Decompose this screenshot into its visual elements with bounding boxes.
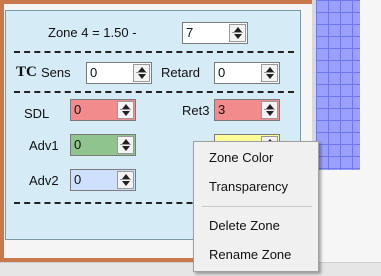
menu-separator xyxy=(202,206,312,207)
sens-spinbox[interactable]: 0 xyxy=(86,62,152,84)
up-down-arrow-icon[interactable] xyxy=(117,136,134,154)
retard-label: Retard xyxy=(161,65,201,80)
adv1-value[interactable]: 0 xyxy=(74,137,81,153)
divider xyxy=(14,51,294,53)
adv1-label: Adv1 xyxy=(29,138,59,153)
sdl-spinbox[interactable]: 0 xyxy=(70,99,136,121)
menu-item-transparency[interactable]: Transparency xyxy=(195,175,317,199)
ret3-label: Ret3 xyxy=(182,103,210,118)
divider xyxy=(14,91,294,93)
retard-value[interactable]: 0 xyxy=(218,65,225,81)
tc-label: TC xyxy=(16,64,37,80)
up-down-arrow-icon[interactable] xyxy=(117,171,134,189)
sdl-label: SDL xyxy=(24,106,50,121)
retard-spinbox[interactable]: 0 xyxy=(214,62,280,84)
zone-spinbox[interactable]: 7 xyxy=(182,22,248,44)
up-down-arrow-icon[interactable] xyxy=(261,101,278,119)
zone-label: Zone 4 = 1.50 - xyxy=(48,25,137,40)
menu-item-rename-zone[interactable]: Rename Zone xyxy=(195,243,317,267)
adv2-value[interactable]: 0 xyxy=(74,172,81,188)
up-down-arrow-icon[interactable] xyxy=(117,101,134,119)
ret3-value[interactable]: 3 xyxy=(218,102,225,118)
menu-item-zone-color[interactable]: Zone Color xyxy=(195,146,317,170)
grid-view[interactable] xyxy=(316,0,360,170)
zone-value[interactable]: 7 xyxy=(186,25,193,41)
adv1-spinbox[interactable]: 0 xyxy=(70,134,136,156)
menu-item-delete-zone[interactable]: Delete Zone xyxy=(195,214,317,238)
up-down-arrow-icon[interactable] xyxy=(229,24,246,42)
bottom-bar xyxy=(0,262,381,276)
context-menu: Zone Color Transparency Delete Zone Rena… xyxy=(193,141,319,272)
adv2-spinbox[interactable]: 0 xyxy=(70,169,136,191)
adv2-label: Adv2 xyxy=(29,173,59,188)
ret3-spinbox[interactable]: 3 xyxy=(214,99,280,121)
sens-value[interactable]: 0 xyxy=(90,65,97,81)
sdl-value[interactable]: 0 xyxy=(74,102,81,118)
up-down-arrow-icon[interactable] xyxy=(261,64,278,82)
sens-label: Sens xyxy=(41,65,71,80)
up-down-arrow-icon[interactable] xyxy=(133,64,150,82)
